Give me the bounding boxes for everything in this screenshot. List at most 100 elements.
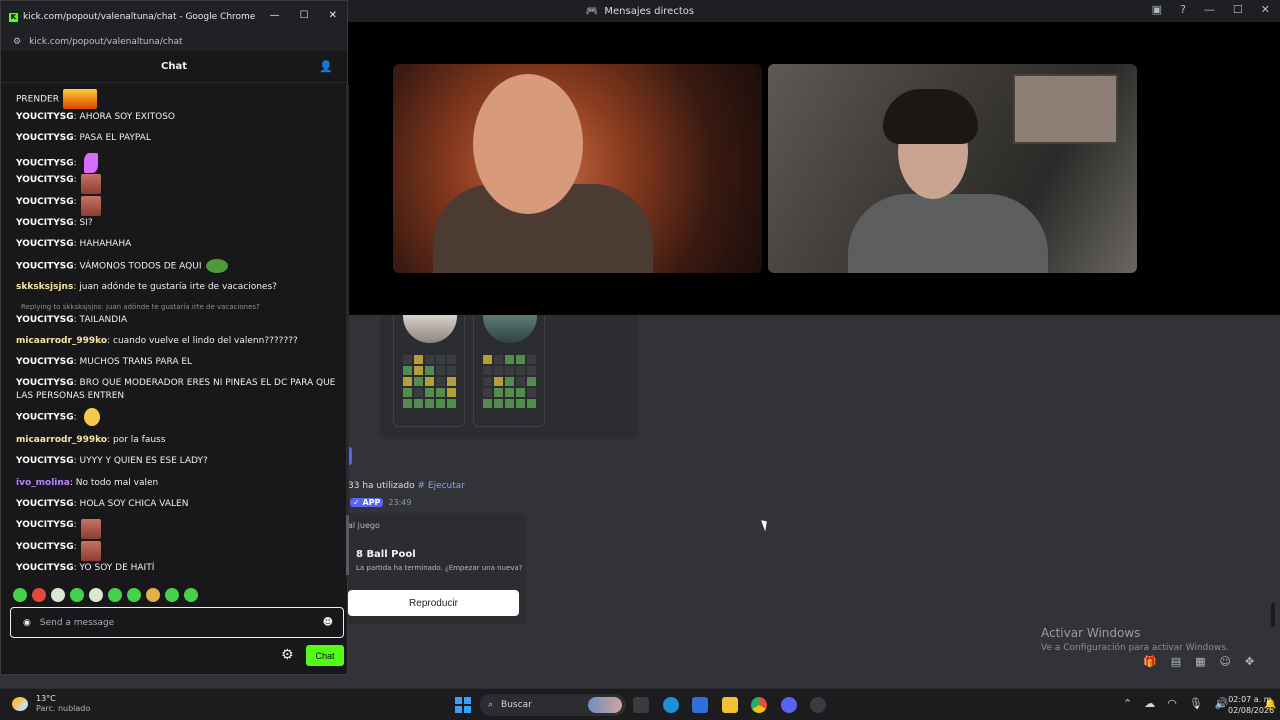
chat-username[interactable]: YOUCITYSG [16,499,74,509]
chat-username[interactable]: YOUCITYSG [16,197,74,207]
volume-icon[interactable]: 🔊 [1215,697,1229,710]
message-input-box[interactable]: ◉ ☻ [10,607,344,638]
emote-button[interactable] [108,588,122,602]
chat-message[interactable]: YOUCITYSG: [16,174,339,194]
video-tile-1[interactable] [393,64,762,273]
chat-message[interactable]: YOUCITYSG: AHORA SOY EXITOSO [16,111,339,124]
chat-message[interactable]: YOUCITYSG: [16,541,339,561]
help-icon[interactable]: ? [1180,3,1186,16]
apps-icon[interactable]: ✥ [1245,655,1254,668]
chat-username[interactable]: YOUCITYSG [16,159,74,169]
chat-username[interactable]: YOUCITYSG [16,413,74,423]
discord-icon[interactable] [781,697,797,713]
emote-button[interactable] [51,588,65,602]
chat-username[interactable]: skksksjsjns [16,282,73,292]
chat-username[interactable]: micaarrodr_999ko [16,435,107,445]
chat-message[interactable]: YOUCITYSG: PASA EL PAYPAL [16,132,339,145]
chat-message[interactable]: YOUCITYSG: HOLA SOY CHICA VALEN [16,498,339,511]
emote-image[interactable] [80,541,101,561]
send-chat-button[interactable]: Chat [306,645,344,666]
emote-button[interactable] [13,588,27,602]
chat-message-list[interactable]: PRENDER YOUCITYSG: AHORA SOY EXITOSO YOUCI… [9,85,339,580]
emote-button[interactable] [165,588,179,602]
task-view-icon[interactable] [633,697,649,713]
chat-message[interactable]: skksksjsjns: juan adónde te gustaría irt… [16,281,339,294]
minimize-icon[interactable]: — [270,10,280,21]
emote-button[interactable] [89,588,103,602]
store-icon[interactable] [692,697,708,713]
chevron-up-icon[interactable]: ⌃ [1123,697,1132,710]
chrome-icon[interactable] [751,697,767,713]
chat-username[interactable]: YOUCITYSG [16,357,74,367]
inbox-icon[interactable]: ▣ [1152,3,1162,16]
chat-message[interactable]: YOUCITYSG: HAHAHAHA [16,238,339,251]
chat-username[interactable]: YOUCITYSG [16,262,74,272]
chat-username[interactable]: YOUCITYSG [16,542,74,552]
emoji-icon[interactable]: ☺ [1220,655,1231,668]
network-icon[interactable]: ☁ [1144,697,1155,710]
sticker-icon[interactable]: ▦ [1195,655,1205,668]
emote-image[interactable] [80,196,101,216]
emoji-picker-icon[interactable]: ☻ [323,617,333,628]
emote-image[interactable] [80,174,101,194]
chat-message[interactable]: YOUCITYSG: UYYY Y QUIEN ES ESE LADY? [16,455,339,468]
chat-message[interactable]: YOUCITYSG: [16,519,339,539]
chat-username[interactable]: micaarrodr_999ko [16,336,107,346]
chat-message[interactable]: ivo_molina: No todo mal valen [16,477,339,490]
chat-message[interactable]: YOUCITYSG: TAILANDIA [16,314,339,327]
taskbar-search[interactable]: ⌕ Buscar [480,694,626,716]
emote-image[interactable] [83,408,100,426]
close-icon[interactable]: ✕ [1261,3,1270,16]
avatar[interactable] [403,315,457,343]
edge-icon[interactable] [663,697,679,713]
avatar[interactable] [483,315,537,343]
chat-message[interactable]: YOUCITYSG: MUCHOS TRANS PARA EL [16,356,339,369]
chat-message[interactable]: micaarrodr_999ko: por la fauss [16,434,339,447]
emote-button[interactable] [32,588,46,602]
message-input[interactable] [39,617,314,628]
chat-username[interactable]: YOUCITYSG [16,112,74,122]
emote-button[interactable] [70,588,84,602]
app-usage-user[interactable]: 33 [348,481,359,491]
emote-image[interactable] [205,259,228,273]
chat-username[interactable]: ivo_molina [16,478,70,488]
chat-message[interactable]: micaarrodr_999ko: cuando vuelve el lindo… [16,335,339,348]
emote-image[interactable] [62,89,97,109]
emote-image[interactable] [80,519,101,539]
chat-username[interactable]: YOUCITYSG [16,456,74,466]
chat-message[interactable]: YOUCITYSG: VÁMONOS TODOS DE AQUI [16,259,339,274]
chat-username[interactable]: YOUCITYSG [16,315,74,325]
windows-start-icon[interactable] [455,697,471,713]
site-info-icon[interactable]: ⚙ [13,37,21,47]
ejecutar-command-link[interactable]: # Ejecutar [417,481,465,491]
emote-button[interactable] [184,588,198,602]
chat-message[interactable]: YOUCITYSG: YO SOY DE HAITÍ [16,562,339,575]
wifi-icon[interactable]: ◠ [1167,697,1177,710]
chat-username[interactable]: YOUCITYSG [16,239,74,249]
chat-username[interactable]: YOUCITYSG [16,563,74,573]
users-icon[interactable]: 👤 [319,60,333,73]
maximize-icon[interactable]: ☐ [1233,3,1243,16]
maximize-icon[interactable]: ☐ [300,10,309,21]
chat-username[interactable]: YOUCITYSG [16,378,74,388]
chat-scrollbar[interactable] [346,85,349,580]
emote-button[interactable] [146,588,160,602]
chat-message[interactable]: PRENDER [16,89,339,109]
address-bar[interactable]: ⚙ kick.com/popout/valenaltuna/chat [1,33,347,51]
chat-username[interactable]: YOUCITYSG [16,175,74,185]
chat-username[interactable]: YOUCITYSG [16,520,74,530]
microphone-icon[interactable]: 🎙 [1189,697,1203,710]
chat-message[interactable]: YOUCITYSG: [16,408,339,426]
minimize-icon[interactable]: — [1204,3,1215,16]
gift-icon[interactable]: 🎁 [1143,655,1157,668]
gear-icon[interactable]: ⚙ [281,647,294,663]
play-button[interactable]: Reproducir [348,590,519,616]
emote-image[interactable] [83,153,98,173]
emote-button[interactable] [127,588,141,602]
chat-message[interactable]: YOUCITYSG: BRO QUE MODERADOR ERES NI PIN… [16,377,339,403]
chat-username[interactable]: YOUCITYSG [16,133,74,143]
chat-message[interactable]: YOUCITYSG: [16,153,339,173]
chat-message[interactable]: YOUCITYSG: SI? [16,217,339,230]
app-icon[interactable] [810,697,826,713]
discord-scrollbar[interactable] [1271,603,1275,627]
